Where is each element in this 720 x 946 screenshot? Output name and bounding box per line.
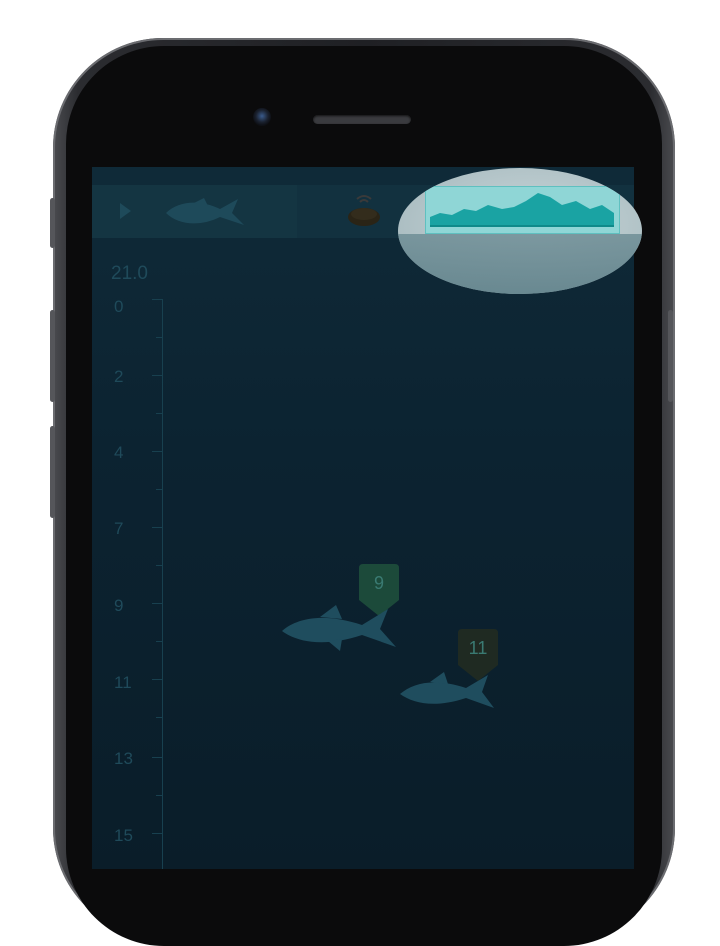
play-icon[interactable] [120,203,131,219]
fish-mode-tab[interactable] [92,185,297,238]
fish-depth-label: 11 [468,638,488,658]
depth-label: 0 [114,297,124,316]
depth-profile-graph-button[interactable] [425,186,620,234]
depth-label: 7 [114,519,124,538]
fish-icon[interactable] [280,603,398,655]
depth-readout: 21.0 [111,263,148,284]
depth-label: 4 [114,443,124,462]
front-camera [253,108,271,126]
earpiece-speaker [313,115,411,124]
fish-icon[interactable] [398,670,496,714]
depth-label: 9 [114,596,124,615]
depth-scale-axis [162,299,163,869]
depth-label: 15 [114,826,133,845]
depth-label: 13 [114,749,133,768]
fish-icon [166,198,244,225]
phone-side-button [50,198,55,248]
depth-profile-graph-icon [430,193,614,227]
feature-highlight [398,168,642,294]
sonar-device-icon[interactable] [346,193,382,227]
phone-volume-up [50,310,55,402]
depth-label: 11 [114,673,132,692]
phone-power-button [668,310,673,402]
depth-label: 2 [114,367,124,386]
fish-depth-label: 9 [373,573,384,593]
phone-volume-down [50,426,55,518]
